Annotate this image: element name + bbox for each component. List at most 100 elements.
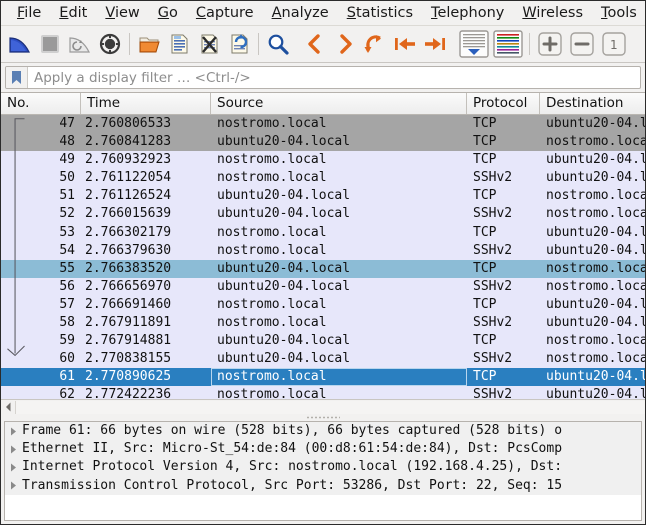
zoom-reset-icon[interactable]: 1 xyxy=(598,29,630,59)
chevron-right-icon[interactable] xyxy=(5,445,22,454)
table-row[interactable]: 59 2.767914881 ubuntu20-04.local TCP nostrom… xyxy=(1,332,645,351)
hscroll-left-arrow[interactable] xyxy=(1,400,15,414)
packet-cell-time: 2.770890625 xyxy=(85,369,172,385)
packet-cell-time: 2.766302179 xyxy=(85,224,172,240)
go-forward-icon[interactable] xyxy=(330,29,360,59)
chevron-right-icon[interactable] xyxy=(5,427,22,436)
table-row[interactable]: 58 2.767911891 nostromo.local SSHv2 ubuntu20… xyxy=(1,314,645,333)
packet-cell-no: 55 xyxy=(59,260,75,276)
packet-cell-src: nostromo.local xyxy=(217,170,327,186)
filter-bookmark-icon[interactable] xyxy=(6,67,28,88)
menu-item-view[interactable]: View xyxy=(96,3,148,23)
column-header-prot[interactable]: Protocol xyxy=(467,93,540,114)
hscroll-track[interactable] xyxy=(15,400,645,414)
start-capture-icon[interactable] xyxy=(5,29,35,59)
packet-list-pane: No. Time Source Protocol Destination 47 2.760… xyxy=(1,92,645,414)
display-filter-input[interactable] xyxy=(28,67,640,88)
packet-cell-prot: TCP xyxy=(473,188,497,204)
table-row[interactable]: 49 2.760932923 nostromo.local TCP ubuntu20-0… xyxy=(1,151,645,170)
go-to-packet-icon[interactable] xyxy=(360,29,390,59)
open-file-icon[interactable] xyxy=(134,29,164,59)
menu-item-edit[interactable]: Edit xyxy=(50,3,96,23)
packet-cell-prot: SSHv2 xyxy=(473,206,513,222)
packet-cell-no: 52 xyxy=(59,206,75,222)
column-header-time[interactable]: Time xyxy=(81,93,211,114)
packet-cell-time: 2.766379630 xyxy=(85,242,172,258)
reload-file-icon[interactable] xyxy=(224,29,254,59)
detail-tree-row[interactable]: Transmission Control Protocol, Src Port:… xyxy=(5,477,641,495)
table-row[interactable]: 52 2.766015639 ubuntu20-04.local SSHv2 nostr… xyxy=(1,205,645,224)
packet-cell-dst: ubuntu20-04.local xyxy=(546,242,645,258)
display-filter-container[interactable] xyxy=(5,66,641,89)
packet-detail-pane[interactable]: Frame 61: 66 bytes on wire (528 bits), 6… xyxy=(4,421,642,521)
menu-item-tools[interactable]: Tools xyxy=(592,3,645,23)
table-row[interactable]: 60 2.770838155 ubuntu20-04.local SSHv2 nostr… xyxy=(1,350,645,369)
table-row[interactable]: 55 2.766383520 ubuntu20-04.local TCP nostrom… xyxy=(1,259,645,278)
table-row[interactable]: 62 2.772422236 nostromo.local SSHv2 ubuntu20… xyxy=(1,386,645,399)
menu-item-analyze[interactable]: Analyze xyxy=(263,3,338,23)
menu-item-wireless[interactable]: Wireless xyxy=(513,3,592,23)
packet-cell-src: ubuntu20-04.local xyxy=(217,206,351,222)
packet-list-hscrollbar[interactable] xyxy=(1,399,645,414)
packet-cell-time: 2.761122054 xyxy=(85,170,172,186)
packet-cell-no: 56 xyxy=(59,278,75,294)
detail-tree-row[interactable]: Frame 61: 66 bytes on wire (528 bits), 6… xyxy=(5,422,641,440)
packet-cell-prot: SSHv2 xyxy=(473,351,513,367)
zoom-out-icon[interactable] xyxy=(566,29,598,59)
packet-cell-dst: ubuntu20-04.local xyxy=(546,387,645,399)
close-file-icon[interactable] xyxy=(194,29,224,59)
packet-cell-no: 51 xyxy=(59,188,75,204)
column-header-no[interactable]: No. xyxy=(1,93,81,114)
zoom-in-icon[interactable] xyxy=(534,29,566,59)
go-first-packet-icon[interactable] xyxy=(390,29,420,59)
packet-cell-src: nostromo.local xyxy=(211,368,467,387)
colorize-icon[interactable] xyxy=(491,29,525,59)
find-packet-icon[interactable] xyxy=(263,29,293,59)
packet-cell-time: 2.772422236 xyxy=(85,387,172,399)
packet-cell-dst: nostromo.local xyxy=(546,278,645,294)
menu-item-telephony[interactable]: Telephony xyxy=(422,3,513,23)
detail-tree-row[interactable]: Internet Protocol Version 4, Src: nostro… xyxy=(5,458,641,476)
save-file-icon[interactable] xyxy=(164,29,194,59)
detail-tree-label: Ethernet II, Src: Micro-St_54:de:84 (00:… xyxy=(22,441,563,457)
chevron-right-icon[interactable] xyxy=(5,463,22,472)
table-row[interactable]: 48 2.760841283 ubuntu20-04.local TCP nostrom… xyxy=(1,133,645,152)
table-row[interactable]: 56 2.766656970 ubuntu20-04.local SSHv2 nostr… xyxy=(1,277,645,296)
packet-cell-time: 2.760841283 xyxy=(85,134,172,150)
menu-item-file[interactable]: File xyxy=(8,3,50,23)
table-row[interactable]: 61 2.770890625 nostromo.local TCP ubuntu20-0… xyxy=(1,368,645,387)
pane-splitter[interactable] xyxy=(1,414,645,421)
menu-item-capture[interactable]: Capture xyxy=(187,3,263,23)
go-back-icon[interactable] xyxy=(300,29,330,59)
packet-cell-prot: SSHv2 xyxy=(473,242,513,258)
detail-tree-row[interactable]: Ethernet II, Src: Micro-St_54:de:84 (00:… xyxy=(5,440,641,458)
stop-capture-icon[interactable] xyxy=(35,29,65,59)
menu-item-go[interactable]: Go xyxy=(149,3,187,23)
packet-cell-src: ubuntu20-04.local xyxy=(217,260,351,276)
packet-cell-time: 2.766015639 xyxy=(85,206,172,222)
packet-cell-dst: nostromo.local xyxy=(546,134,645,150)
table-row[interactable]: 47 2.760806533 nostromo.local TCP ubuntu20-0… xyxy=(1,115,645,134)
packet-cell-no: 59 xyxy=(59,333,75,349)
auto-scroll-icon[interactable] xyxy=(457,29,491,59)
table-row[interactable]: 51 2.761126524 ubuntu20-04.local TCP nostrom… xyxy=(1,187,645,206)
table-row[interactable]: 53 2.766302179 nostromo.local TCP ubuntu20-0… xyxy=(1,223,645,242)
column-header-dst[interactable]: Destination xyxy=(540,93,645,114)
detail-tree-label: Frame 61: 66 bytes on wire (528 bits), 6… xyxy=(22,423,563,438)
table-row[interactable]: 57 2.766691460 nostromo.local TCP ubuntu20-0… xyxy=(1,295,645,315)
packet-list-body[interactable]: 47 2.760806533 nostromo.local TCP ubuntu20-0… xyxy=(1,115,645,399)
menu-item-statistics[interactable]: Statistics xyxy=(338,3,422,23)
go-last-packet-icon[interactable] xyxy=(420,29,450,59)
packet-cell-no: 53 xyxy=(59,224,75,240)
packet-cell-time: 2.766691460 xyxy=(85,296,172,312)
column-header-src[interactable]: Source xyxy=(211,93,467,114)
table-row[interactable]: 50 2.761122054 nostromo.local SSHv2 ubuntu20… xyxy=(1,169,645,188)
chevron-right-icon[interactable] xyxy=(5,481,22,490)
table-row[interactable]: 54 2.766379630 nostromo.local SSHv2 ubuntu20… xyxy=(1,241,645,260)
detail-tree-label: Internet Protocol Version 4, Src: nostro… xyxy=(22,459,563,475)
restart-capture-icon[interactable] xyxy=(65,29,95,59)
packet-cell-dst: ubuntu20-04.local xyxy=(546,116,645,131)
capture-options-icon[interactable] xyxy=(95,29,125,59)
detail-tree-label: Transmission Control Protocol, Src Port:… xyxy=(22,477,563,493)
toolbar-separator xyxy=(529,33,530,55)
